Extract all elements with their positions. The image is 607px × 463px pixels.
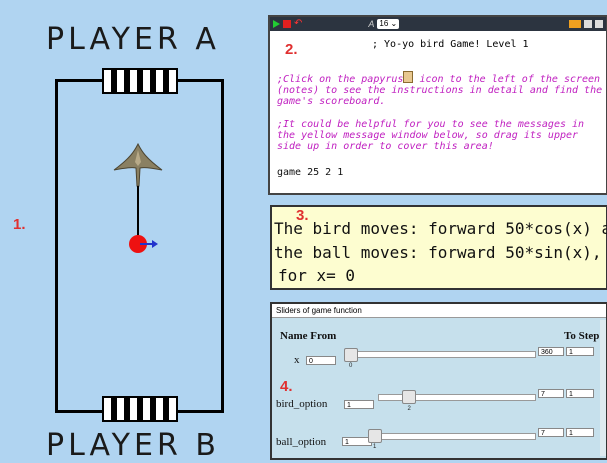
slider-x-to-input[interactable]: 360 (538, 347, 564, 356)
sliders-panel: Sliders of game function Name From To St… (270, 302, 607, 460)
editor-toolbar: ↶ A 16 ⌄ (270, 17, 606, 31)
slider-bird-option-to-input[interactable]: 7 (538, 389, 564, 398)
message-line-1: The bird moves: forward 50*cos(x) and (274, 219, 607, 238)
slider-x-step-input[interactable]: 1 (566, 347, 594, 356)
slider-bird-option-thumb[interactable] (402, 390, 417, 404)
goal-top (102, 68, 178, 94)
slider-bird-option-label: bird_option (276, 398, 328, 410)
editor-panel: ↶ A 16 ⌄ 2. ; Yo-yo bird Game! Level 1 ;… (268, 15, 607, 195)
slider-ball-option-to-input[interactable]: 7 (538, 428, 564, 437)
code-command-line[interactable]: game 25 2 1 (277, 167, 343, 178)
header-to-step: To Step (564, 330, 600, 342)
code-comment-line: ;It could be helpful for you to see the … (277, 119, 585, 130)
sliders-panel-title: Sliders of game function (272, 304, 606, 318)
slider-ball-option-step-input[interactable]: 1 (566, 428, 594, 437)
area-marker-1: 1. (13, 216, 26, 233)
yoyo-bird-sprite (113, 142, 163, 253)
code-comment-line: ;Click on the papyrus (277, 74, 404, 85)
slider-x-from-input[interactable]: 0 (306, 356, 336, 365)
slider-ball-option-label: ball_option (276, 436, 327, 448)
slider-x-thumb[interactable] (344, 348, 358, 362)
area-marker-4: 4. (280, 378, 293, 395)
scrollbar[interactable] (600, 320, 606, 456)
code-comment-block-1: ;Click on the papyrus icon to the left o… (277, 71, 603, 107)
message-window[interactable]: 3. The bird moves: forward 50*cos(x) and… (270, 205, 607, 290)
code-comment-line: the yellow message window below, so drag… (277, 130, 579, 141)
slider-x-label: x (294, 354, 300, 366)
font-size-icon: A (368, 19, 375, 29)
slider-bird-option-step-input[interactable]: 1 (566, 389, 594, 398)
code-comment-line: game's scoreboard. (277, 96, 386, 107)
slider-bird-option-from-input[interactable]: 1 (344, 400, 374, 409)
code-comment-line: (notes) to see the instructions in detai… (277, 85, 603, 96)
player-b-label: PLAYER B (46, 428, 220, 463)
code-comment-line: side up in order to cover this area! (277, 141, 494, 152)
slider-x-track[interactable] (344, 351, 536, 358)
save-icon[interactable] (584, 20, 592, 28)
bird-icon (113, 142, 163, 187)
slider-ball-option-value: 1 (373, 444, 377, 450)
font-size-select[interactable]: 16 ⌄ (377, 19, 400, 29)
player-a-label: PLAYER A (46, 22, 220, 57)
slider-x-value: 0 (349, 363, 353, 369)
undo-icon[interactable]: ↶ (294, 19, 302, 29)
print-icon[interactable] (595, 20, 603, 28)
message-line-2: the ball moves: forward 50*sin(x), (274, 243, 602, 262)
slider-ball-option-track[interactable] (368, 433, 536, 440)
goal-bottom (102, 396, 178, 422)
stop-icon[interactable] (283, 20, 291, 28)
folder-icon[interactable] (569, 20, 581, 28)
code-comment-line: icon to the left of the screen (413, 74, 601, 85)
papyrus-icon[interactable] (403, 71, 414, 83)
run-icon[interactable] (273, 20, 280, 28)
slider-ball-option-thumb[interactable] (368, 429, 382, 443)
message-line-3: for x= 0 (278, 266, 356, 285)
font-size-value: 16 (379, 19, 389, 28)
code-comment-block-2: ;It could be helpful for you to see the … (277, 119, 603, 152)
area-marker-2: 2. (285, 41, 298, 58)
slider-bird-option-value: 2 (407, 406, 411, 412)
code-title-comment: ; Yo-yo bird Game! Level 1 (372, 39, 529, 50)
header-name-from: Name From (280, 330, 337, 342)
